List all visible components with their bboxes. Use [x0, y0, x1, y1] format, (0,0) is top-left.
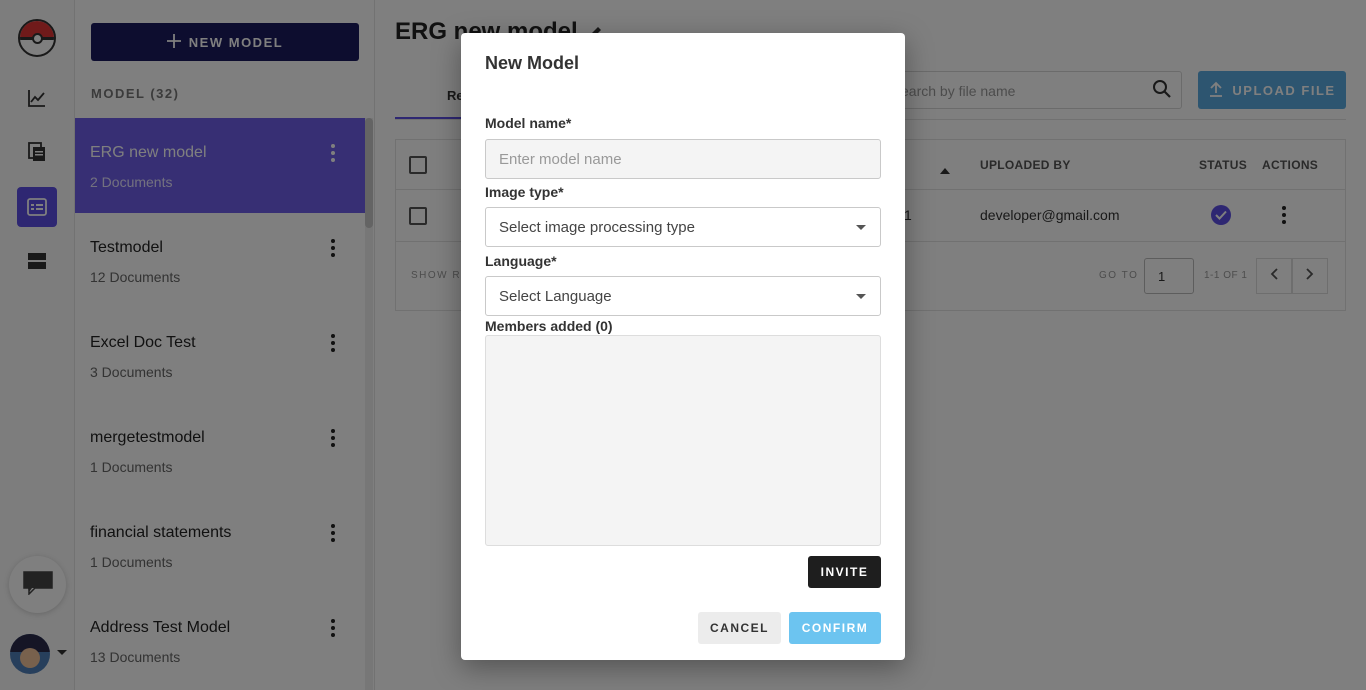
members-label: Members added (0) [485, 318, 613, 334]
image-type-value: Select image processing type [499, 219, 695, 236]
language-label: Language* [485, 253, 557, 269]
members-list[interactable] [485, 335, 881, 546]
model-name-input[interactable]: Enter model name [485, 139, 881, 179]
image-type-label: Image type* [485, 184, 564, 200]
new-model-dialog: New Model Model name* Enter model name I… [461, 33, 905, 660]
confirm-button[interactable]: CONFIRM [789, 612, 881, 644]
invite-button[interactable]: INVITE [808, 556, 881, 588]
cancel-button[interactable]: CANCEL [698, 612, 781, 644]
language-value: Select Language [499, 288, 612, 305]
image-type-select[interactable]: Select image processing type [485, 207, 881, 247]
dialog-title: New Model [485, 53, 580, 73]
model-name-label: Model name* [485, 115, 572, 131]
dropdown-arrow-icon [856, 294, 866, 299]
language-select[interactable]: Select Language [485, 276, 881, 316]
dropdown-arrow-icon [856, 225, 866, 230]
